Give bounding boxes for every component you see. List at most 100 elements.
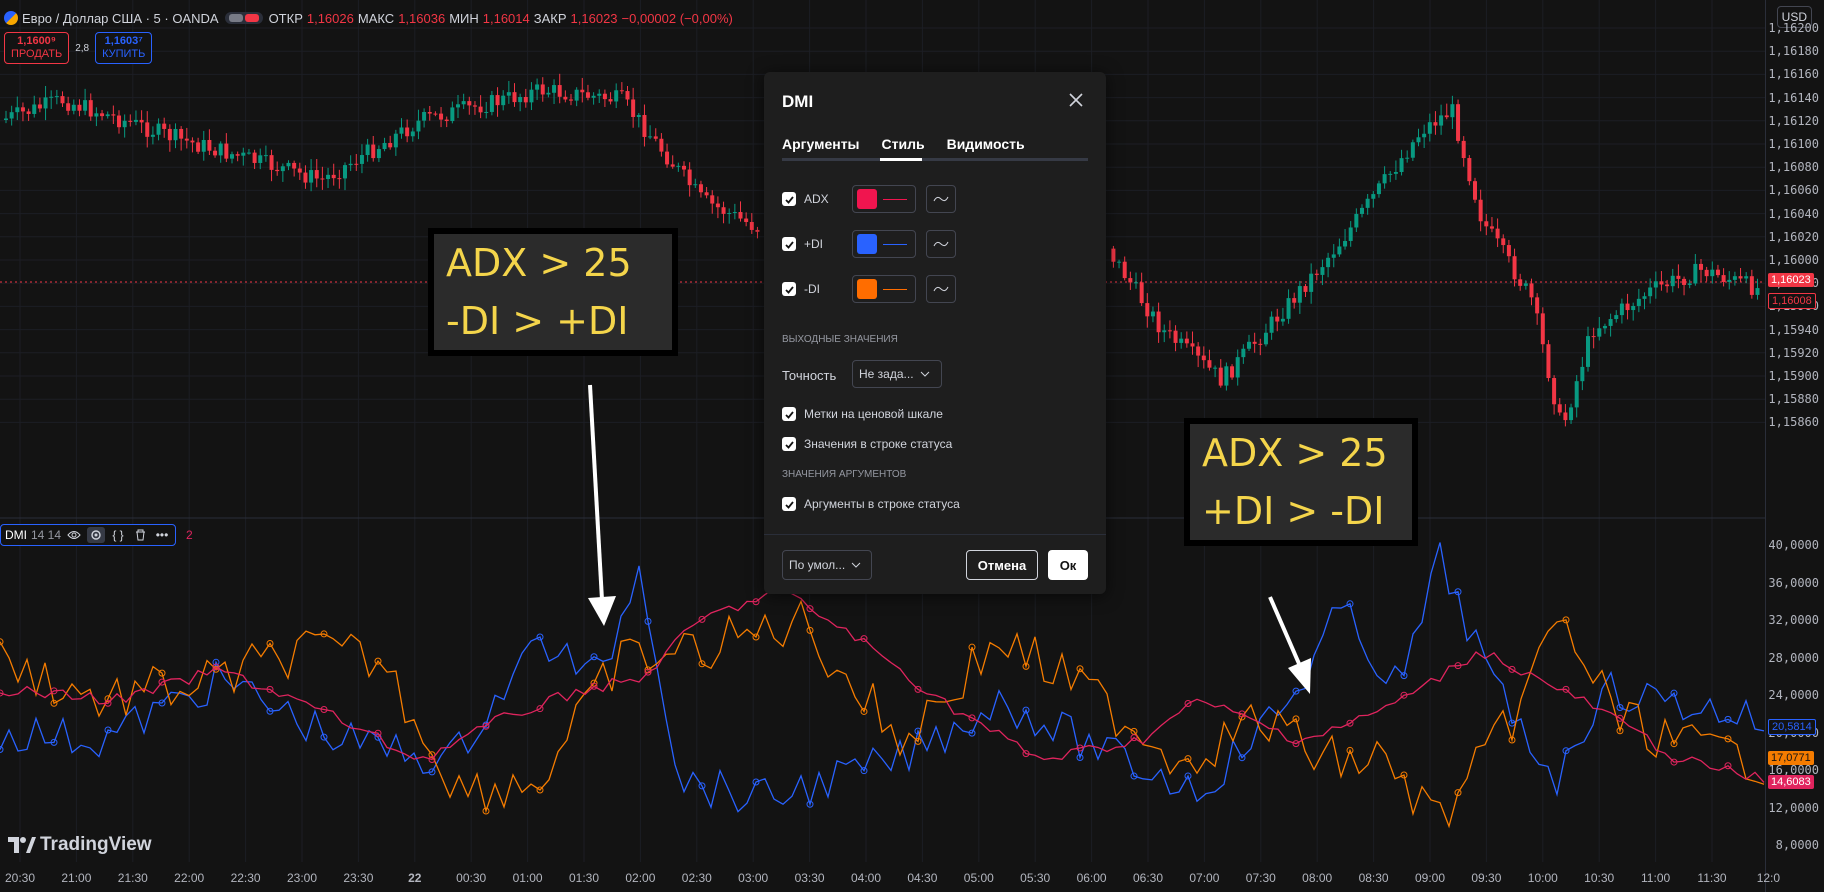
- candle: [687, 169, 692, 186]
- candle: [450, 107, 455, 122]
- candle: [26, 111, 31, 114]
- annotation-arrow-1: [588, 384, 616, 626]
- candle: [665, 151, 670, 165]
- plus-di-color-picker[interactable]: [852, 230, 916, 258]
- indicator-tick: 24,0000: [1768, 688, 1819, 702]
- symbol-title[interactable]: Евро / Доллар США · 5 · OANDA: [4, 11, 219, 26]
- args-status-checkbox[interactable]: [782, 497, 796, 511]
- spread-value: 2,8: [75, 42, 90, 54]
- candle: [591, 95, 596, 98]
- eye-icon[interactable]: [65, 527, 83, 543]
- high-value: 1,16036: [398, 10, 446, 26]
- price-tick: 1,16000: [1768, 253, 1819, 267]
- price-tick: 1,15920: [1768, 345, 1819, 360]
- sell-button[interactable]: 1,1600⁹ ПРОДАТЬ: [4, 32, 70, 64]
- candle: [156, 123, 161, 135]
- buy-button[interactable]: 1,1603⁷ КУПИТЬ: [95, 32, 153, 64]
- candle: [326, 174, 331, 180]
- visibility-toggle[interactable]: [224, 12, 263, 24]
- time-tick: 03:00: [738, 871, 769, 885]
- price-tick: 1,16200: [1768, 21, 1819, 35]
- candle: [1569, 407, 1574, 421]
- candle: [619, 90, 624, 92]
- candle: [744, 218, 749, 223]
- adx-plot-style-button[interactable]: [926, 185, 956, 213]
- precision-select[interactable]: Не зада...: [852, 360, 942, 388]
- minus-di-color-picker[interactable]: [852, 275, 916, 303]
- time-tick: 03:30: [794, 871, 825, 885]
- minus-di-color-swatch: [857, 279, 877, 299]
- time-tick: 06:00: [1076, 871, 1107, 885]
- candle: [388, 142, 393, 148]
- candle: [1523, 283, 1528, 286]
- candle: [1563, 412, 1568, 421]
- legend-trailing-value: 2: [186, 528, 193, 542]
- time-tick: 09:30: [1471, 871, 1502, 885]
- delete-icon[interactable]: [131, 527, 149, 543]
- indicator-name: DMI: [5, 528, 27, 542]
- output-values-section: ВЫХОДНЫЕ ЗНАЧЕНИЯ: [782, 334, 898, 345]
- candle: [382, 142, 387, 150]
- defaults-dropdown[interactable]: По умол...: [782, 550, 872, 580]
- source-code-icon[interactable]: { }: [109, 527, 127, 543]
- candle: [1659, 281, 1664, 285]
- precision-label: Точность: [782, 368, 837, 383]
- cancel-button[interactable]: Отмена: [966, 550, 1038, 580]
- close-icon[interactable]: [1064, 88, 1088, 112]
- tabs-underline: [782, 158, 1088, 161]
- candle: [518, 96, 523, 103]
- time-tick: 11:00: [1641, 871, 1671, 885]
- candle: [399, 127, 404, 134]
- status-values-checkbox[interactable]: [782, 437, 796, 451]
- candle: [574, 89, 579, 101]
- candle: [585, 92, 590, 98]
- candle: [54, 96, 59, 98]
- candle: [1150, 311, 1155, 317]
- candle: [1365, 198, 1370, 208]
- minus-di-checkbox[interactable]: [782, 282, 796, 296]
- candle: [173, 128, 178, 141]
- indicator-legend[interactable]: DMI 14 14 { } •••: [0, 524, 177, 546]
- scale-labels-checkbox[interactable]: [782, 407, 796, 421]
- candle: [20, 107, 25, 112]
- candle: [1218, 367, 1223, 386]
- settings-icon[interactable]: [87, 527, 106, 543]
- plus-di-plot-style-button[interactable]: [926, 230, 956, 258]
- candle: [512, 92, 517, 103]
- scale-labels-row: Метки на ценовой шкале: [782, 407, 943, 421]
- plus-di-checkbox[interactable]: [782, 237, 796, 251]
- price-axis[interactable]: 1,16200 1,16180 1,16160 1,16140 1,16120 1,161…: [1765, 0, 1824, 892]
- time-tick: 04:00: [850, 871, 882, 885]
- candle: [9, 112, 14, 119]
- time-axis[interactable]: 20:30 21:00 21:30 22:00 22:30 23:00 23:30 22 00:…: [0, 862, 1780, 892]
- adx-checkbox[interactable]: [782, 192, 796, 206]
- candle: [1173, 330, 1178, 343]
- candle: [1275, 316, 1280, 322]
- candle: [569, 99, 573, 101]
- candle: [133, 119, 138, 122]
- candle: [1540, 313, 1545, 345]
- candle: [1337, 246, 1342, 255]
- symbol-flag-icon: [4, 11, 18, 25]
- more-icon[interactable]: •••: [153, 527, 171, 543]
- candle: [506, 92, 511, 96]
- candle: [1636, 298, 1641, 306]
- minus-di-line-preview: [883, 288, 907, 290]
- candle: [1360, 207, 1364, 214]
- candle: [529, 89, 534, 103]
- plot-row-adx: ADX: [782, 192, 829, 206]
- candle: [625, 91, 630, 100]
- time-tick: 08:00: [1302, 871, 1333, 885]
- candle: [1422, 133, 1427, 138]
- candle: [292, 162, 297, 169]
- close-label: ЗАКР: [533, 10, 567, 26]
- candle: [1286, 298, 1291, 319]
- candle: [359, 155, 364, 164]
- ok-button[interactable]: Ок: [1048, 550, 1088, 580]
- time-tick: 06:30: [1132, 871, 1164, 885]
- candle: [1439, 115, 1444, 126]
- minus-di-plot-style-button[interactable]: [926, 275, 956, 303]
- adx-color-picker[interactable]: [852, 185, 916, 213]
- plus-di-color-swatch: [857, 234, 877, 254]
- tradingview-logo[interactable]: TradingView: [8, 834, 152, 856]
